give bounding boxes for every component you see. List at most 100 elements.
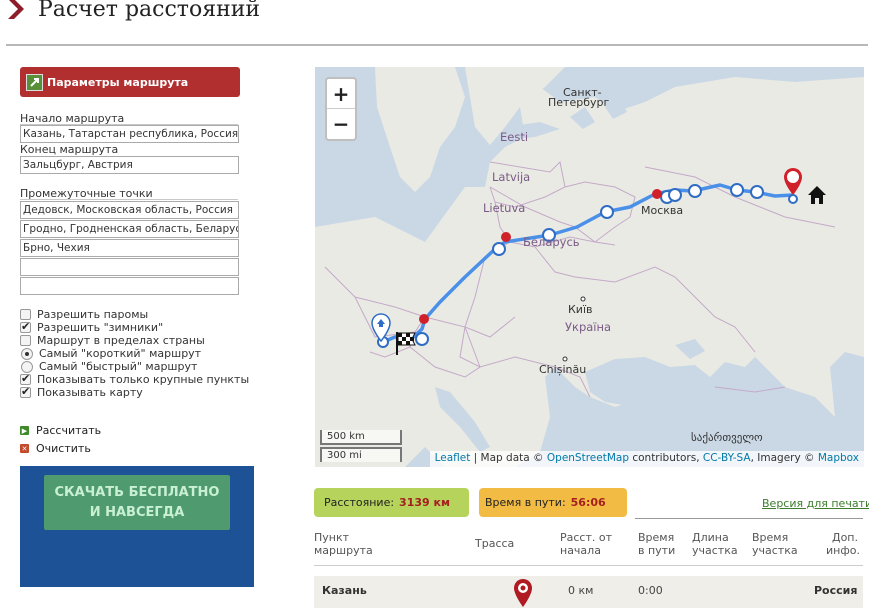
zoom-in-button[interactable]: +: [327, 79, 355, 109]
option-show-map[interactable]: Показывать карту: [20, 385, 143, 399]
col-header-info: Доп. инфо.: [826, 531, 860, 557]
row-distance: 0 км: [568, 584, 594, 597]
show-map-checkbox[interactable]: [20, 385, 31, 398]
option-ferries[interactable]: Разрешить паромы: [20, 308, 148, 321]
option-label: Разрешить паромы: [37, 308, 149, 321]
time-value: 56:06: [570, 496, 606, 509]
chevron-right-icon: [6, 0, 26, 21]
end-input[interactable]: Зальцбург, Австрия: [20, 156, 239, 174]
option-label: Показывать только крупные пункты: [37, 373, 250, 386]
major-points-checkbox[interactable]: [20, 372, 31, 385]
row-info: Россия: [814, 584, 858, 597]
time-label: Время в пути:: [485, 496, 566, 509]
finish-flag-icon: [396, 332, 416, 355]
zoom-control: + −: [325, 77, 357, 141]
scale-mi: 300 mi: [320, 447, 402, 462]
attribution-text-3: , Imagery ©: [750, 452, 818, 464]
ferries-checkbox[interactable]: [20, 309, 31, 320]
col-header-info-2: инфо.: [826, 544, 860, 557]
route-params-header: Параметры маршрута: [20, 67, 240, 97]
zoom-out-button[interactable]: −: [327, 109, 355, 139]
col-header-distance-2: начала: [560, 544, 601, 557]
attribution-text-1: | Map data ©: [470, 452, 547, 464]
waypoint-input-1[interactable]: Дедовск, Московская область, Россия: [20, 201, 239, 219]
col-header-point-2: маршрута: [314, 544, 373, 557]
time-badge: Время в пути: 56:06: [479, 488, 627, 517]
scale-km: 500 km: [320, 430, 402, 445]
end-pin-icon[interactable]: [371, 313, 391, 345]
waypoint-input-5[interactable]: [20, 277, 239, 295]
route-start-marker-icon: [514, 579, 532, 607]
play-icon: ▶: [20, 426, 29, 435]
col-header-segment-length-2: участка: [692, 544, 738, 557]
map-label-kyiv: Київ: [568, 303, 593, 316]
col-header-segment-time-1: Время: [752, 531, 789, 544]
map-label-lietuva: Lietuva: [483, 201, 526, 215]
waypoints-underline: [20, 199, 238, 200]
home-icon: [808, 186, 826, 204]
leaflet-link[interactable]: Leaflet: [435, 452, 471, 464]
route-map[interactable]: + − Санкт- Петербург Eesti Latvija Lietu…: [315, 67, 864, 467]
col-header-segment-length: Длина участка: [692, 531, 738, 557]
print-version-link[interactable]: Версия для печати: [762, 497, 869, 510]
col-header-point-1: Пункт: [314, 531, 350, 544]
map-base: [315, 67, 864, 467]
row-time: 0:00: [638, 584, 663, 597]
distance-value: 3139 км: [399, 496, 450, 509]
waypoint-input-2[interactable]: Гродно, Гродненская область, Беларусь: [20, 220, 239, 238]
col-header-info-1: Доп.: [831, 531, 858, 544]
download-button[interactable]: СКАЧАТЬ БЕСПЛАТНО И НАВСЕГДА: [44, 475, 230, 530]
col-header-point: Пункт маршрута: [314, 531, 373, 557]
col-header-segment-time-2: участка: [752, 544, 798, 557]
license-link[interactable]: CC-BY-SA: [703, 452, 751, 464]
download-line-2: И НАВСЕГДА: [89, 504, 185, 520]
map-label-georgia: საქართველო: [691, 431, 763, 444]
print-divider: [635, 518, 863, 519]
header-divider: [6, 44, 868, 46]
map-label-latvija: Latvija: [492, 170, 531, 184]
col-header-segment-length-1: Длина: [692, 531, 729, 544]
map-label-spb-2: Петербург: [548, 96, 610, 109]
table-header-divider: [314, 565, 863, 566]
map-label-ukraina: Україна: [565, 320, 612, 334]
col-header-time-1: Время: [638, 531, 675, 544]
option-label: Маршрут в пределах страны: [37, 334, 205, 347]
col-header-distance: Расст. от начала: [560, 531, 612, 557]
clear-label: Очистить: [36, 442, 91, 455]
row-point: Казань: [322, 584, 367, 597]
waypoint-input-4[interactable]: [20, 258, 239, 276]
option-label: Разрешить "зимники": [37, 321, 164, 334]
download-banner: СКАЧАТЬ БЕСПЛАТНО И НАВСЕГДА: [20, 466, 254, 587]
calculate-button[interactable]: ▶ Рассчитать: [20, 424, 101, 437]
col-header-road: Трасса: [475, 537, 515, 550]
col-header-distance-1: Расст. от: [560, 531, 613, 544]
option-winter-roads[interactable]: Разрешить "зимники": [20, 320, 164, 334]
attribution-text-2: contributors,: [629, 452, 703, 464]
start-input[interactable]: Казань, Татарстан республика, Россия: [20, 125, 239, 143]
download-line-1: СКАЧАТЬ БЕСПЛАТНО: [54, 484, 220, 500]
mapbox-link[interactable]: Mapbox: [818, 452, 859, 464]
waypoint-input-3[interactable]: Брно, Чехия: [20, 239, 239, 257]
option-within-country[interactable]: Маршрут в пределах страны: [20, 334, 205, 347]
winter-roads-checkbox[interactable]: [20, 320, 31, 333]
map-label-moskva: Москва: [641, 204, 684, 217]
option-label: Самый "короткий" маршрут: [39, 347, 202, 360]
clear-button[interactable]: ✕ Очистить: [20, 442, 91, 455]
shortest-route-radio[interactable]: [21, 347, 33, 360]
map-label-belarus: Беларусь: [523, 235, 580, 249]
osm-link[interactable]: OpenStreetMap: [547, 452, 629, 464]
col-header-time: Время в пути: [638, 531, 675, 557]
option-fastest-route[interactable]: Самый "быстрый" маршрут: [20, 360, 197, 373]
map-label-eesti: Eesti: [500, 130, 529, 144]
route-params-title: Параметры маршрута: [47, 75, 189, 89]
within-country-checkbox[interactable]: [20, 335, 31, 346]
option-major-points[interactable]: Показывать только крупные пункты: [20, 372, 250, 386]
option-label: Самый "быстрый" маршрут: [39, 360, 198, 373]
fastest-route-radio[interactable]: [21, 360, 33, 373]
option-label: Показывать карту: [37, 386, 143, 399]
option-shortest-route[interactable]: Самый "короткий" маршрут: [20, 347, 201, 360]
start-pin-icon[interactable]: [783, 167, 803, 205]
distance-label: Расстояние:: [324, 496, 395, 509]
close-icon: ✕: [20, 444, 29, 453]
route-icon: [26, 73, 43, 91]
